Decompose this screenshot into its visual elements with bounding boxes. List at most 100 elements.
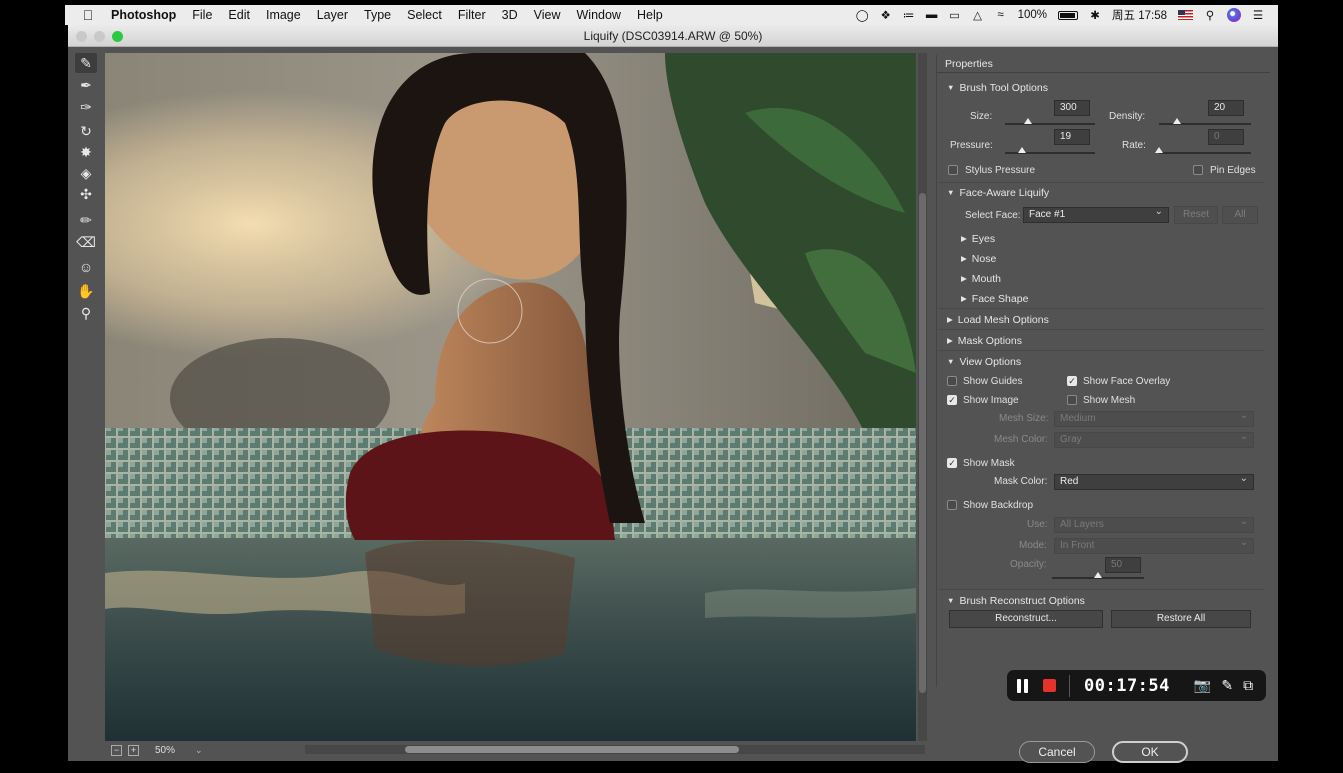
pause-recording-icon[interactable] (1017, 678, 1031, 693)
menu-3d[interactable]: 3D (494, 8, 526, 22)
face-group-face-shape-label: Face Shape (971, 293, 1029, 305)
use-dropdown[interactable]: All Layers (1054, 515, 1254, 533)
minimize-window-button[interactable] (94, 31, 105, 42)
menu-help[interactable]: Help (629, 8, 671, 22)
zoom-in-button[interactable]: + (128, 744, 139, 756)
menu-window[interactable]: Window (569, 8, 629, 22)
menu-file[interactable]: File (184, 8, 220, 22)
size-slider[interactable] (1005, 123, 1095, 125)
face-all-button[interactable]: All (1222, 206, 1258, 224)
menu-app-photoshop[interactable]: Photoshop (103, 8, 184, 22)
show-mesh-checkbox[interactable] (1067, 395, 1077, 405)
show-guides-checkbox[interactable] (947, 376, 957, 386)
face-tool-icon[interactable]: ☺ (75, 257, 97, 277)
reconstruct-tool-icon[interactable]: ✒ (75, 75, 97, 95)
reconstruct-button[interactable]: Reconstruct... (949, 610, 1103, 628)
pucker-tool-icon[interactable]: ✸ (75, 142, 97, 162)
smooth-tool-icon[interactable]: ✑ (75, 97, 97, 117)
battery-percent[interactable]: 100% (1018, 9, 1047, 21)
mask-options-header[interactable]: Mask Options (947, 335, 1022, 347)
airplay-icon[interactable]: △ (972, 8, 984, 22)
menu-select[interactable]: Select (399, 8, 450, 22)
push-left-tool-icon[interactable]: ✣ (75, 184, 97, 204)
view-options-header[interactable]: View Options (947, 356, 1021, 368)
show-backdrop-checkbox[interactable] (947, 500, 957, 510)
opacity-slider-thumb[interactable] (1094, 572, 1102, 578)
density-slider-thumb[interactable] (1173, 118, 1182, 124)
mesh-size-dropdown[interactable]: Medium (1054, 409, 1254, 427)
clock[interactable]: 周五 17:58 (1112, 7, 1167, 23)
restore-all-button[interactable]: Restore All (1111, 610, 1251, 628)
battery-icon[interactable] (1058, 10, 1079, 20)
density-input[interactable]: 20 (1208, 100, 1244, 116)
zoom-window-button[interactable] (112, 31, 123, 42)
brush-reconstruct-options-header[interactable]: Brush Reconstruct Options (947, 595, 1084, 607)
rate-slider[interactable] (1159, 152, 1251, 154)
pen-icon[interactable]: ✎ (1221, 677, 1233, 694)
sync-icon[interactable]: ▭ (949, 8, 961, 22)
bloat-tool-icon[interactable]: ◈ (75, 163, 97, 183)
window-icon[interactable]: ⧉ (1243, 677, 1253, 694)
face-group-face-shape[interactable]: Face Shape (961, 293, 1029, 305)
menu-filter[interactable]: Filter (450, 8, 494, 22)
brush-tool-options-header[interactable]: Brush Tool Options (947, 82, 1048, 94)
face-group-eyes[interactable]: Eyes (961, 233, 995, 245)
face-aware-liquify-header[interactable]: Face-Aware Liquify (947, 187, 1049, 199)
show-face-overlay-checkbox[interactable]: ✓ (1067, 376, 1077, 386)
menu-image[interactable]: Image (258, 8, 309, 22)
zoom-out-button[interactable]: − (111, 744, 122, 756)
wifi-icon[interactable]: ≈ (995, 9, 1007, 21)
rate-input[interactable]: 0 (1208, 129, 1244, 145)
bluetooth-icon[interactable]: ✱ (1089, 8, 1101, 22)
menu-view[interactable]: View (526, 8, 569, 22)
mesh-color-dropdown[interactable]: Gray (1054, 430, 1254, 448)
show-image-checkbox[interactable]: ✓ (947, 395, 957, 405)
stop-recording-icon[interactable] (1043, 679, 1056, 692)
mask-color-dropdown[interactable]: Red (1054, 472, 1254, 490)
thaw-mask-tool-icon[interactable]: ⌫ (75, 232, 97, 252)
horizontal-scroll-thumb[interactable] (405, 746, 739, 753)
pressure-input[interactable]: 19 (1054, 129, 1090, 145)
zoom-dropdown-chevron-icon[interactable]: ⌄ (195, 745, 203, 756)
forward-warp-tool-icon[interactable]: ✎ (75, 53, 97, 73)
load-mesh-options-header[interactable]: Load Mesh Options (947, 314, 1049, 326)
rate-slider-thumb[interactable] (1155, 147, 1163, 153)
vertical-scroll-thumb[interactable] (919, 193, 926, 693)
zoom-level[interactable]: 50% (155, 745, 175, 756)
input-source-flag-icon[interactable] (1178, 10, 1193, 20)
size-slider-thumb[interactable] (1023, 118, 1032, 124)
pin-edges-checkbox[interactable] (1193, 165, 1203, 175)
freeze-mask-tool-icon[interactable]: ✏ (75, 210, 97, 230)
select-face-dropdown[interactable]: Face #1 (1023, 205, 1169, 223)
image-canvas[interactable] (105, 53, 916, 743)
hand-tool-icon[interactable]: ✋ (75, 281, 97, 301)
cancel-button[interactable]: Cancel (1019, 741, 1095, 763)
opacity-input[interactable]: 50 (1105, 557, 1141, 573)
camera-icon[interactable]: 📷 (1194, 677, 1211, 694)
face-reset-button[interactable]: Reset (1174, 206, 1218, 224)
menu-edit[interactable]: Edit (220, 8, 258, 22)
zoom-tool-icon[interactable]: ⚲ (75, 303, 97, 323)
close-window-button[interactable] (76, 31, 87, 42)
show-mask-checkbox[interactable]: ✓ (947, 458, 957, 468)
notification-center-icon[interactable]: ☰ (1252, 8, 1264, 22)
face-group-nose[interactable]: Nose (961, 253, 997, 265)
ok-button[interactable]: OK (1112, 741, 1188, 763)
stylus-pressure-checkbox[interactable] (948, 165, 958, 175)
siri-icon[interactable] (1227, 8, 1241, 22)
vertical-scrollbar[interactable] (918, 53, 927, 743)
menu-layer[interactable]: Layer (309, 8, 356, 22)
menu-type[interactable]: Type (356, 8, 399, 22)
twirl-tool-icon[interactable]: ↻ (75, 121, 97, 141)
mode-dropdown[interactable]: In Front (1054, 536, 1254, 554)
dropbox-icon[interactable]: ❖ (880, 8, 892, 22)
display-icon[interactable]: ▬ (926, 9, 938, 21)
input-icon[interactable]: ≔ (903, 8, 915, 22)
face-group-mouth[interactable]: Mouth (961, 273, 1001, 285)
pressure-slider-thumb[interactable] (1018, 147, 1027, 153)
record-status-icon[interactable]: ◯ (856, 8, 869, 22)
horizontal-scrollbar[interactable] (305, 745, 925, 754)
size-input[interactable]: 300 (1054, 100, 1090, 116)
apple-icon[interactable]:  (73, 7, 103, 23)
search-icon[interactable]: ⚲ (1204, 8, 1216, 22)
